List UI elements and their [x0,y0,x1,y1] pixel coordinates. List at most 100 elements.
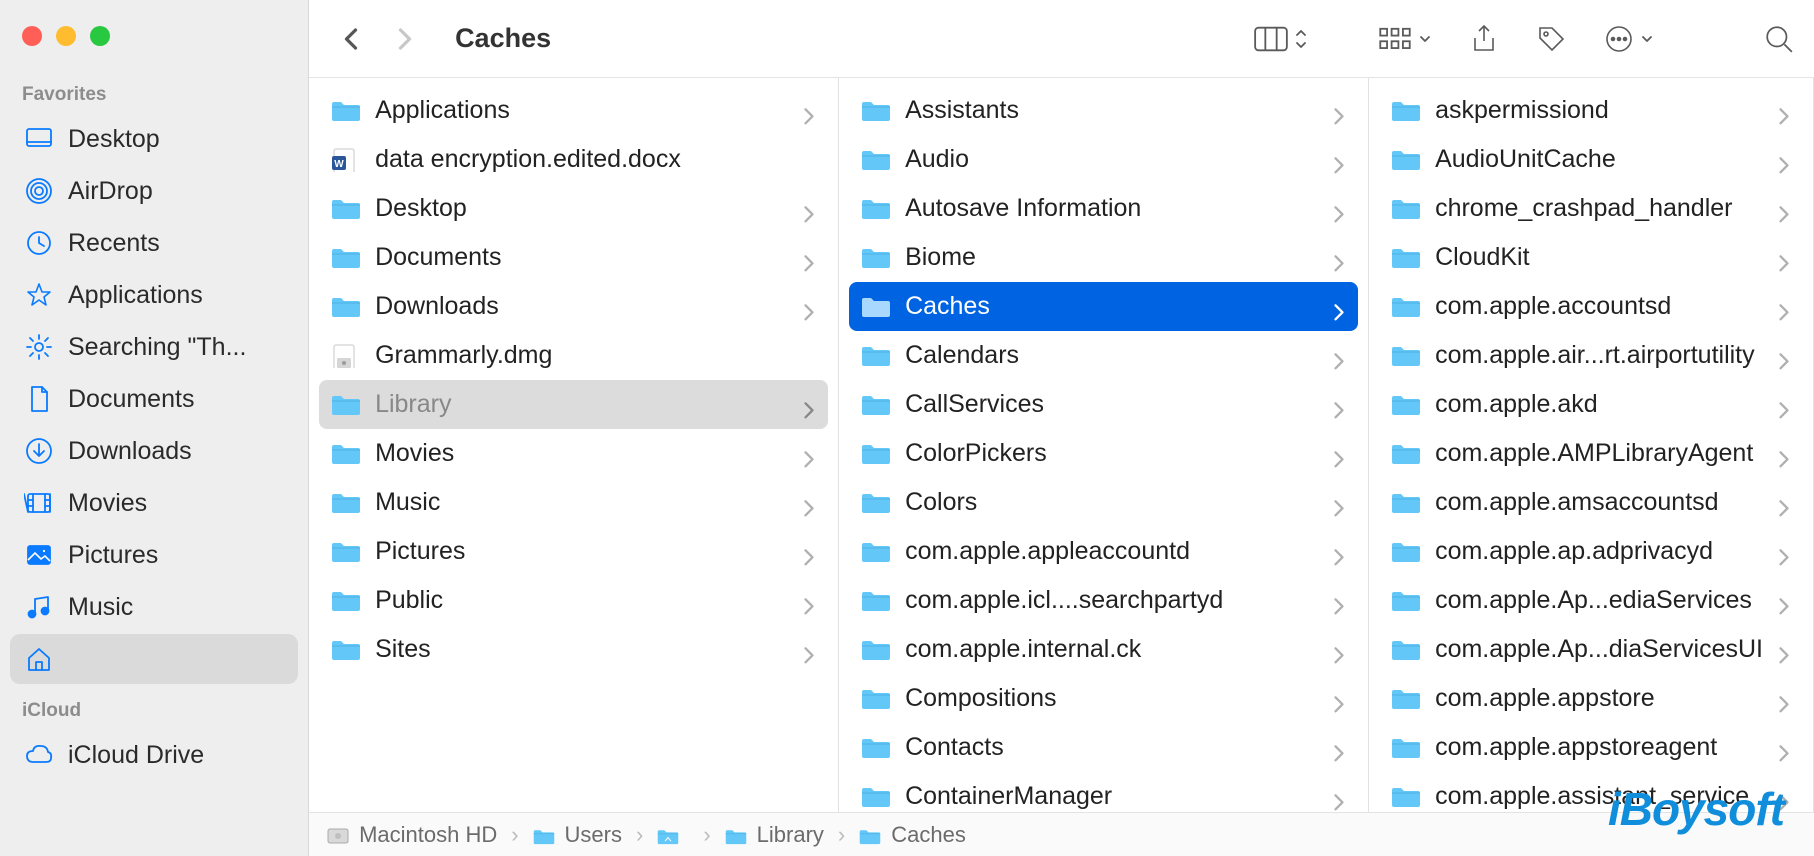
chevron-right-icon [1777,349,1791,363]
file-row[interactable]: Grammarly.dmg [319,331,828,380]
pictures-icon [24,540,54,570]
file-row[interactable]: com.apple.Ap...ediaServices [1379,576,1803,625]
sidebar-item-music[interactable]: Music [10,582,298,632]
path-crumb[interactable]: Users [533,822,622,848]
share-button[interactable] [1470,24,1498,54]
file-row[interactable]: ColorPickers [849,429,1358,478]
tags-button[interactable] [1536,24,1566,54]
path-crumb[interactable]: Library [725,822,824,848]
file-name: com.apple.Ap...diaServicesUI [1435,635,1763,664]
file-row[interactable]: Pictures [319,527,828,576]
column-1[interactable]: Applications data encryption.edited.docx… [309,78,839,812]
file-row[interactable]: com.apple.air...rt.airportutility [1379,331,1803,380]
file-row[interactable]: CallServices [849,380,1358,429]
sidebar-item-downloads[interactable]: Downloads [10,426,298,476]
file-row[interactable]: Biome [849,233,1358,282]
file-row[interactable]: Music [319,478,828,527]
sidebar-item-applications[interactable]: Applications [10,270,298,320]
file-row[interactable]: Sites [319,625,828,674]
search-button[interactable] [1764,24,1794,54]
sidebar-item-pictures[interactable]: Pictures [10,530,298,580]
path-crumb-label: Macintosh HD [359,822,497,848]
file-row[interactable]: Public [319,576,828,625]
sidebar-item-home[interactable] [10,634,298,684]
file-row[interactable]: Autosave Information [849,184,1358,233]
folder-icon [331,393,361,417]
folder-icon [1391,99,1421,123]
chevron-right-icon [1332,790,1346,804]
file-row[interactable]: Colors [849,478,1358,527]
chevron-right-icon [1777,251,1791,265]
main-content: Caches [309,0,1814,856]
sidebar-item-documents[interactable]: Documents [10,374,298,424]
minimize-window-button[interactable] [56,26,76,46]
file-row[interactable]: Desktop [319,184,828,233]
file-row[interactable]: Audio [849,135,1358,184]
file-row[interactable]: com.apple.appstore [1379,674,1803,723]
folder-icon [861,197,891,221]
file-row[interactable]: askpermissiond [1379,86,1803,135]
folder-icon [859,826,881,844]
file-row[interactable]: AudioUnitCache [1379,135,1803,184]
zoom-window-button[interactable] [90,26,110,46]
file-name: com.apple.appleaccountd [905,537,1318,566]
folder-icon [331,246,361,270]
file-row[interactable]: com.apple.akd [1379,380,1803,429]
file-row[interactable]: com.apple.amsaccountsd [1379,478,1803,527]
file-row[interactable]: Movies [319,429,828,478]
path-crumb[interactable]: Macintosh HD [327,822,497,848]
folder-icon [331,540,361,564]
file-row[interactable]: com.apple.Ap...diaServicesUI [1379,625,1803,674]
file-row[interactable]: Assistants [849,86,1358,135]
forward-button[interactable] [393,27,417,51]
close-window-button[interactable] [22,26,42,46]
sidebar-item-movies[interactable]: Movies [10,478,298,528]
file-row[interactable]: ContainerManager [849,772,1358,812]
folder-icon [861,442,891,466]
file-row[interactable]: com.apple.AMPLibraryAgent [1379,429,1803,478]
file-row[interactable]: com.apple.appstoreagent [1379,723,1803,772]
window-title: Caches [455,23,551,54]
sidebar-item-icloud-drive[interactable]: iCloud Drive [10,730,298,780]
file-row[interactable]: Applications [319,86,828,135]
sidebar-item-recents[interactable]: Recents [10,218,298,268]
sidebar-item-airdrop[interactable]: AirDrop [10,166,298,216]
action-button[interactable] [1604,24,1654,54]
back-button[interactable] [339,27,363,51]
column-3[interactable]: askpermissiond AudioUnitCache chrome_cra… [1369,78,1814,812]
file-row[interactable]: com.apple.appleaccountd [849,527,1358,576]
file-row[interactable]: com.apple.accountsd [1379,282,1803,331]
file-row[interactable]: Documents [319,233,828,282]
file-row[interactable]: Contacts [849,723,1358,772]
column-2[interactable]: Assistants Audio Autosave Information Bi… [839,78,1369,812]
file-row[interactable]: Calendars [849,331,1358,380]
group-button[interactable] [1378,26,1432,52]
chevron-right-icon [802,251,816,265]
file-row[interactable]: Caches [849,282,1358,331]
file-row[interactable]: com.apple.ap.adprivacyd [1379,527,1803,576]
file-name: com.apple.accountsd [1435,292,1763,321]
folder-icon [1391,246,1421,270]
file-row[interactable]: data encryption.edited.docx [319,135,828,184]
file-row[interactable]: com.apple.internal.ck [849,625,1358,674]
folder-icon [861,736,891,760]
folder-icon [1391,344,1421,368]
chevron-right-icon [802,496,816,510]
file-row[interactable]: com.apple.icl....searchpartyd [849,576,1358,625]
file-row[interactable]: Compositions [849,674,1358,723]
path-crumb-label: Caches [891,822,966,848]
sidebar-item-searching-th-[interactable]: Searching "Th... [10,322,298,372]
file-row[interactable]: CloudKit [1379,233,1803,282]
file-name: Movies [375,439,788,468]
sidebar-section-title: iCloud [0,686,308,730]
folder-icon [861,246,891,270]
file-row[interactable]: chrome_crashpad_handler [1379,184,1803,233]
path-crumb[interactable] [657,826,689,844]
chevron-right-icon [1332,594,1346,608]
path-crumb[interactable]: Caches [859,822,966,848]
sidebar-item-desktop[interactable]: Desktop [10,114,298,164]
folder-icon [533,826,555,844]
view-columns-button[interactable] [1254,26,1308,52]
file-row[interactable]: Library [319,380,828,429]
file-row[interactable]: Downloads [319,282,828,331]
